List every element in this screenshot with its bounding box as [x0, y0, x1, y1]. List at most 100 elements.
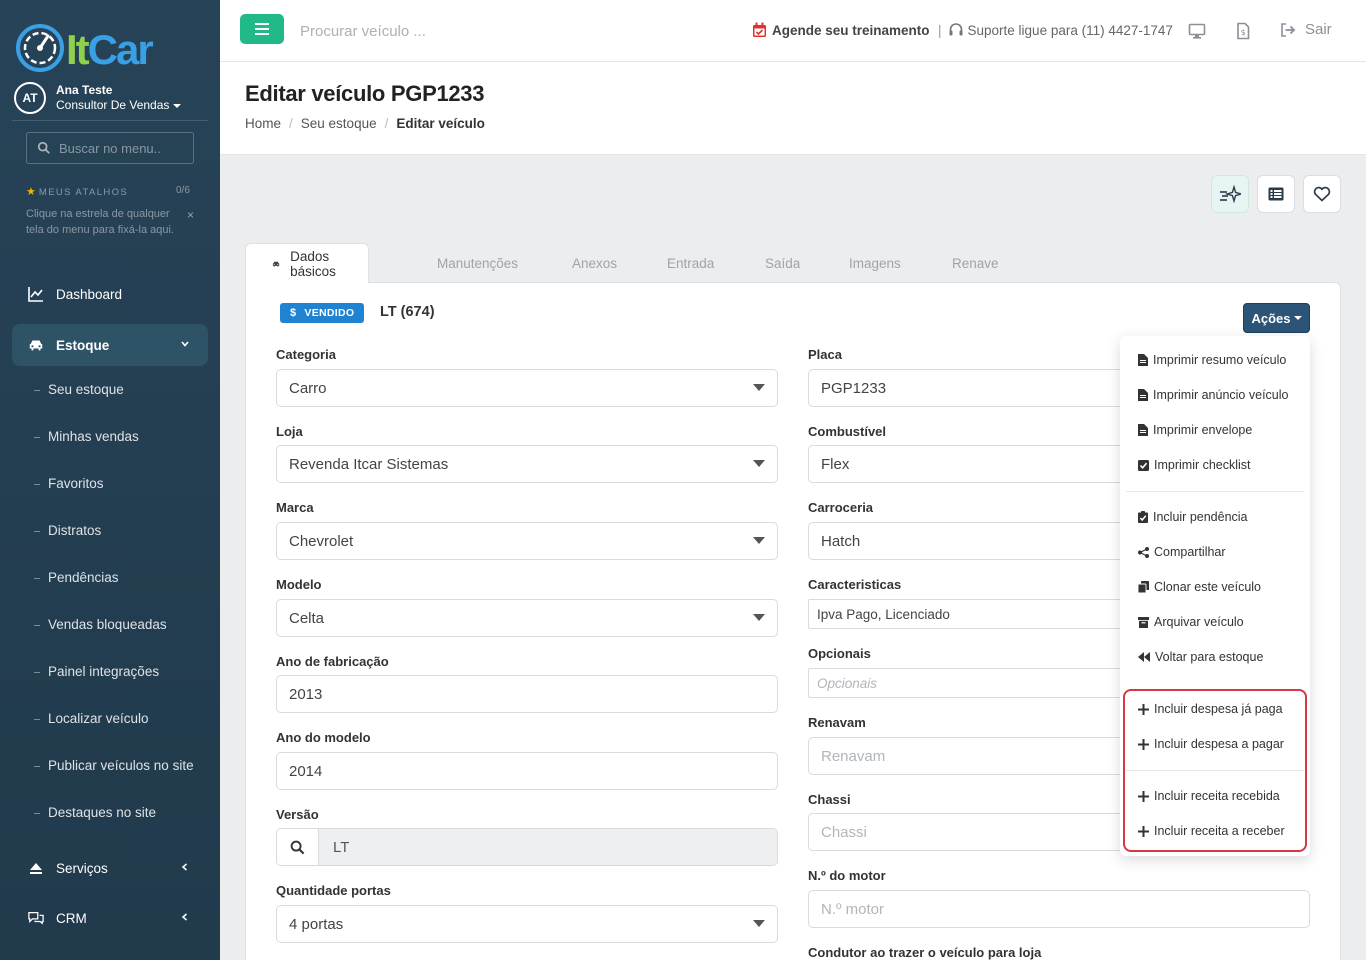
menu-divider	[1126, 491, 1304, 492]
search-icon[interactable]	[277, 829, 319, 865]
portas-select[interactable]: 4 portas	[276, 905, 778, 943]
list-icon	[1268, 187, 1284, 201]
tab-anexos[interactable]: Anexos	[572, 243, 617, 283]
checkbox-icon	[1138, 459, 1149, 471]
tab-dados-basicos[interactable]: Dados básicos	[245, 243, 369, 283]
tab-manutencoes[interactable]: Manutenções	[437, 243, 518, 283]
menu-item-despesa-paga[interactable]: Incluir despesa já paga	[1138, 702, 1283, 716]
menu-toggle-button[interactable]	[240, 14, 284, 44]
chevron-down-icon	[180, 338, 190, 352]
breadcrumb-current: Editar veículo	[396, 116, 485, 131]
list-view-button[interactable]	[1257, 175, 1295, 213]
vehicle-search-input[interactable]	[300, 20, 600, 42]
versao-field[interactable]: LT	[276, 828, 778, 866]
field-label: Categoria	[276, 347, 336, 362]
menu-item-imprimir-resumo[interactable]: Imprimir resumo veículo	[1138, 353, 1286, 367]
categoria-select[interactable]: Carro	[276, 369, 778, 407]
menu-item-despesa-a-pagar[interactable]: Incluir despesa a pagar	[1138, 737, 1284, 751]
car-icon	[272, 261, 280, 267]
user-name: Ana Teste	[56, 83, 113, 97]
close-icon[interactable]: ×	[187, 208, 194, 222]
user-profile[interactable]: AT Ana Teste Consultor De Vendas	[12, 82, 212, 116]
field-label: Versão	[276, 807, 319, 822]
menu-item-arquivar[interactable]: Arquivar veículo	[1138, 615, 1244, 629]
ai-assistant-button[interactable]	[1211, 175, 1249, 213]
document-dollar-icon[interactable]: $	[1234, 22, 1252, 40]
breadcrumb-seu-estoque[interactable]: Seu estoque	[301, 116, 377, 131]
training-link[interactable]: Agende seu treinamento	[752, 22, 930, 38]
breadcrumb-separator: /	[384, 116, 389, 131]
menu-item-voltar-estoque[interactable]: Voltar para estoque	[1138, 650, 1263, 664]
menu-search-input[interactable]	[59, 139, 187, 157]
breadcrumb: Home / Seu estoque / Editar veículo	[245, 116, 485, 131]
car-icon	[29, 340, 43, 351]
sidebar-item-favoritos[interactable]: Favoritos	[34, 476, 104, 491]
calendar-icon	[753, 22, 766, 37]
share-icon	[1138, 546, 1149, 558]
field-label: Caracteristicas	[808, 577, 902, 592]
sidebar-item-painel-integracoes[interactable]: Painel integrações	[34, 664, 159, 679]
menu-item-clonar[interactable]: Clonar este veículo	[1138, 580, 1261, 594]
field-label: Placa	[808, 347, 842, 362]
motor-input[interactable]: N.º motor	[808, 890, 1310, 928]
logout-button[interactable]: Sair	[1280, 21, 1332, 38]
dropdown-arrow-icon	[753, 460, 765, 467]
ano-modelo-input[interactable]: 2014	[276, 752, 778, 790]
headset-icon	[949, 23, 963, 36]
tab-imagens[interactable]: Imagens	[849, 243, 901, 283]
sidebar-item-localizar-veiculo[interactable]: Localizar veículo	[34, 711, 149, 726]
monitor-icon[interactable]	[1188, 22, 1206, 40]
dollar-icon: $	[290, 307, 297, 319]
menu-item-imprimir-envelope[interactable]: Imprimir envelope	[1138, 423, 1252, 437]
breadcrumb-separator: /	[289, 116, 293, 131]
shortcuts-title: ★ MEUS ATALHOS	[26, 186, 129, 198]
nav-servicos[interactable]: Serviços	[12, 847, 208, 889]
tab-entrada[interactable]: Entrada	[667, 243, 714, 283]
nav-crm[interactable]: CRM	[12, 897, 208, 939]
menu-item-receita-recebida[interactable]: Incluir receita recebida	[1138, 789, 1280, 803]
tab-saida[interactable]: Saída	[765, 243, 800, 283]
sidebar-item-distratos[interactable]: Distratos	[34, 523, 101, 538]
tab-renave[interactable]: Renave	[952, 243, 999, 283]
nav-label: Serviços	[56, 860, 108, 876]
avatar: AT	[14, 82, 46, 114]
separator: |	[938, 22, 942, 38]
actions-menu: Imprimir resumo veículo Imprimir anúncio…	[1120, 336, 1310, 856]
breadcrumb-home[interactable]: Home	[245, 116, 281, 131]
plus-icon	[1138, 825, 1149, 837]
star-icon: ★	[26, 186, 36, 198]
menu-item-incluir-pendencia[interactable]: Incluir pendência	[1138, 510, 1248, 524]
user-role[interactable]: Consultor De Vendas	[56, 98, 182, 112]
topbar: Agende seu treinamento | Suporte ligue p…	[220, 0, 1366, 62]
search-icon	[37, 141, 50, 154]
loja-select[interactable]: Revenda Itcar Sistemas	[276, 445, 778, 483]
field-label: Opcionais	[808, 646, 871, 661]
sign-out-icon	[1281, 22, 1296, 37]
clipboard-check-icon	[1138, 511, 1148, 523]
sidebar-item-vendas-bloqueadas[interactable]: Vendas bloqueadas	[34, 617, 167, 632]
shortcuts-hint: Clique na estrela de qualquer tela do me…	[26, 208, 174, 236]
modelo-select[interactable]: Celta	[276, 599, 778, 637]
sidebar-item-seu-estoque[interactable]: Seu estoque	[34, 382, 124, 397]
menu-item-receita-a-receber[interactable]: Incluir receita a receber	[1138, 824, 1285, 838]
versao-value: LT	[319, 829, 777, 865]
nav-dashboard[interactable]: Dashboard	[12, 273, 208, 315]
marca-select[interactable]: Chevrolet	[276, 522, 778, 560]
nav-estoque[interactable]: Estoque	[12, 324, 208, 366]
sidebar-item-pendencias[interactable]: Pendências	[34, 570, 119, 585]
nav-label: Dashboard	[56, 286, 123, 302]
sidebar-item-publicar-veiculos[interactable]: Publicar veículos no site	[34, 758, 194, 773]
menu-item-imprimir-anuncio[interactable]: Imprimir anúncio veículo	[1138, 388, 1288, 402]
sparkle-icon	[1220, 185, 1241, 203]
sidebar-item-destaques[interactable]: Destaques no site	[34, 805, 156, 820]
ano-fabricacao-input[interactable]: 2013	[276, 675, 778, 713]
menu-item-imprimir-checklist[interactable]: Imprimir checklist	[1138, 458, 1251, 472]
menu-item-compartilhar[interactable]: Compartilhar	[1138, 545, 1226, 559]
sidebar-item-minhas-vendas[interactable]: Minhas vendas	[34, 429, 139, 444]
divider	[12, 120, 208, 121]
field-label: Quantidade portas	[276, 883, 391, 898]
actions-dropdown-button[interactable]: Ações	[1243, 303, 1310, 333]
chevron-left-icon	[180, 911, 190, 925]
page-header: Editar veículo PGP1233 Home / Seu estoqu…	[220, 62, 1366, 155]
favorite-button[interactable]	[1303, 175, 1341, 213]
